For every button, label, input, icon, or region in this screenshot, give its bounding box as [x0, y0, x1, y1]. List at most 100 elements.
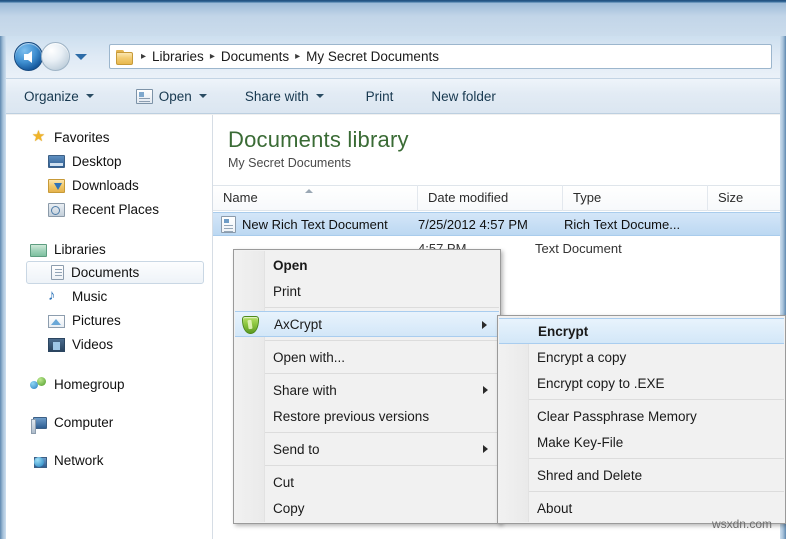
- submenu-item-encrypt[interactable]: Encrypt: [499, 318, 784, 344]
- column-header-date-modified[interactable]: Date modified: [418, 185, 563, 211]
- context-menu-item-share-with-label: Share with: [273, 382, 337, 398]
- context-menu-separator: [265, 373, 499, 374]
- command-toolbar: Organize Open Share with Print New folde…: [6, 78, 780, 114]
- sidebar-item-libraries[interactable]: Libraries: [6, 237, 212, 261]
- toolbar-organize-label: Organize: [24, 88, 79, 104]
- sort-ascending-icon: [305, 189, 313, 193]
- rich-text-file-icon: [221, 215, 236, 233]
- submenu-separator: [529, 491, 784, 492]
- context-menu-item-cut[interactable]: Cut: [234, 469, 500, 495]
- nav-group-favorites: ★ Favorites Desktop Downloads Recent Pla…: [6, 125, 212, 221]
- toolbar-open-label: Open: [158, 88, 192, 104]
- context-menu-item-restore-previous-versions[interactable]: Restore previous versions: [234, 403, 500, 429]
- sidebar-item-desktop[interactable]: Desktop: [6, 149, 212, 173]
- submenu-item-shred-and-delete[interactable]: Shred and Delete: [498, 462, 785, 488]
- nav-buttons: [14, 42, 87, 71]
- sidebar-item-recent-places[interactable]: Recent Places: [6, 197, 212, 221]
- sidebar-item-favorites[interactable]: ★ Favorites: [6, 125, 212, 149]
- chevron-down-icon: [315, 94, 324, 98]
- toolbar-print-label: Print: [365, 88, 394, 104]
- context-menu-item-axcrypt-label: AxCrypt: [274, 316, 323, 332]
- sidebar-label-favorites: Favorites: [54, 129, 110, 145]
- context-menu-item-axcrypt[interactable]: AxCrypt: [235, 311, 499, 337]
- address-bar: ▸ Libraries ▸ Documents ▸ My Secret Docu…: [6, 36, 780, 78]
- desktop-icon: [48, 155, 65, 168]
- computer-icon: [31, 417, 47, 434]
- toolbar-new-folder-button[interactable]: New folder: [421, 82, 506, 110]
- toolbar-share-with-button[interactable]: Share with: [235, 82, 334, 110]
- navigation-pane[interactable]: ★ Favorites Desktop Downloads Recent Pla…: [6, 115, 213, 539]
- watermark: wsxdn.com: [711, 517, 772, 531]
- sidebar-label-desktop: Desktop: [72, 153, 122, 169]
- column-header-size[interactable]: Size: [708, 185, 780, 211]
- back-arrow-icon: [23, 50, 32, 63]
- toolbar-organize-button[interactable]: Organize: [14, 82, 104, 110]
- submenu-item-clear-passphrase-memory[interactable]: Clear Passphrase Memory: [498, 403, 785, 429]
- context-menu-item-open-with[interactable]: Open with...: [234, 344, 500, 370]
- forward-button[interactable]: [41, 42, 70, 71]
- table-row[interactable]: New Rich Text Document 7/25/2012 4:57 PM…: [213, 212, 780, 236]
- context-menu-separator: [265, 465, 499, 466]
- sidebar-item-computer[interactable]: Computer: [6, 410, 212, 434]
- breadcrumb-item-documents[interactable]: Documents: [221, 49, 289, 64]
- page-subtitle: My Secret Documents: [228, 156, 351, 170]
- breadcrumb-separator-2[interactable]: ▸: [295, 51, 300, 62]
- sidebar-label-network: Network: [54, 452, 104, 468]
- submenu-arrow-icon: [483, 386, 488, 394]
- toolbar-share-with-label: Share with: [244, 88, 309, 104]
- submenu-separator: [529, 458, 784, 459]
- context-menu[interactable]: Open Print AxCrypt Open with... Share wi…: [233, 249, 501, 524]
- column-header-type[interactable]: Type: [563, 185, 708, 211]
- sidebar-item-downloads[interactable]: Downloads: [6, 173, 212, 197]
- context-menu-item-print[interactable]: Print: [234, 278, 500, 304]
- context-menu-separator: [265, 307, 499, 308]
- sidebar-item-documents[interactable]: Documents: [26, 261, 204, 284]
- sidebar-label-downloads: Downloads: [72, 177, 139, 193]
- sidebar-label-homegroup: Homegroup: [54, 376, 125, 392]
- sidebar-item-pictures[interactable]: Pictures: [6, 308, 212, 332]
- submenu-item-encrypt-copy-to-exe[interactable]: Encrypt copy to .EXE: [498, 370, 785, 396]
- context-menu-item-send-to[interactable]: Send to: [234, 436, 500, 462]
- breadcrumb-separator-0[interactable]: ▸: [141, 51, 146, 62]
- breadcrumb-item-libraries[interactable]: Libraries: [152, 49, 204, 64]
- library-header: Documents library My Secret Documents: [213, 115, 780, 170]
- context-menu-item-open[interactable]: Open: [234, 252, 500, 278]
- sidebar-item-homegroup[interactable]: Homegroup: [6, 372, 212, 396]
- sidebar-label-videos: Videos: [72, 336, 114, 352]
- open-file-icon: [135, 88, 153, 104]
- file-date-cell: 7/25/2012 4:57 PM: [418, 216, 528, 232]
- column-header-row: Name Date modified Type Size: [213, 185, 780, 211]
- back-button[interactable]: [14, 42, 43, 71]
- page-title: Documents library: [228, 127, 409, 152]
- folder-icon: [115, 49, 133, 65]
- context-menu-item-share-with[interactable]: Share with: [234, 377, 500, 403]
- network-icon: [34, 456, 47, 468]
- videos-icon: [48, 337, 65, 352]
- toolbar-print-button[interactable]: Print: [356, 82, 404, 110]
- submenu-item-make-key-file[interactable]: Make Key-File: [498, 429, 785, 455]
- context-menu-separator: [265, 340, 499, 341]
- sidebar-item-videos[interactable]: Videos: [6, 332, 212, 356]
- column-header-name[interactable]: Name: [213, 185, 418, 211]
- pictures-icon: [48, 314, 65, 328]
- sidebar-label-music: Music: [72, 288, 108, 304]
- recent-pages-chevron-down-icon[interactable]: [75, 53, 87, 60]
- breadcrumb-item-my-secret-documents[interactable]: My Secret Documents: [306, 49, 439, 64]
- axcrypt-submenu[interactable]: Encrypt Encrypt a copy Encrypt copy to .…: [497, 315, 786, 524]
- sidebar-item-music[interactable]: ♪ Music: [6, 284, 212, 308]
- toolbar-open-button[interactable]: Open: [126, 82, 217, 110]
- breadcrumb-separator-1[interactable]: ▸: [210, 51, 215, 62]
- column-header-name-label: Name: [223, 190, 258, 205]
- context-menu-item-send-to-label: Send to: [273, 441, 320, 457]
- breadcrumb[interactable]: ▸ Libraries ▸ Documents ▸ My Secret Docu…: [109, 44, 772, 69]
- sidebar-label-pictures: Pictures: [72, 312, 121, 328]
- sidebar-item-network[interactable]: Network: [6, 448, 212, 472]
- documents-icon: [51, 265, 64, 280]
- context-menu-item-copy[interactable]: Copy: [234, 495, 500, 521]
- submenu-arrow-icon: [482, 321, 487, 329]
- submenu-item-encrypt-a-copy[interactable]: Encrypt a copy: [498, 344, 785, 370]
